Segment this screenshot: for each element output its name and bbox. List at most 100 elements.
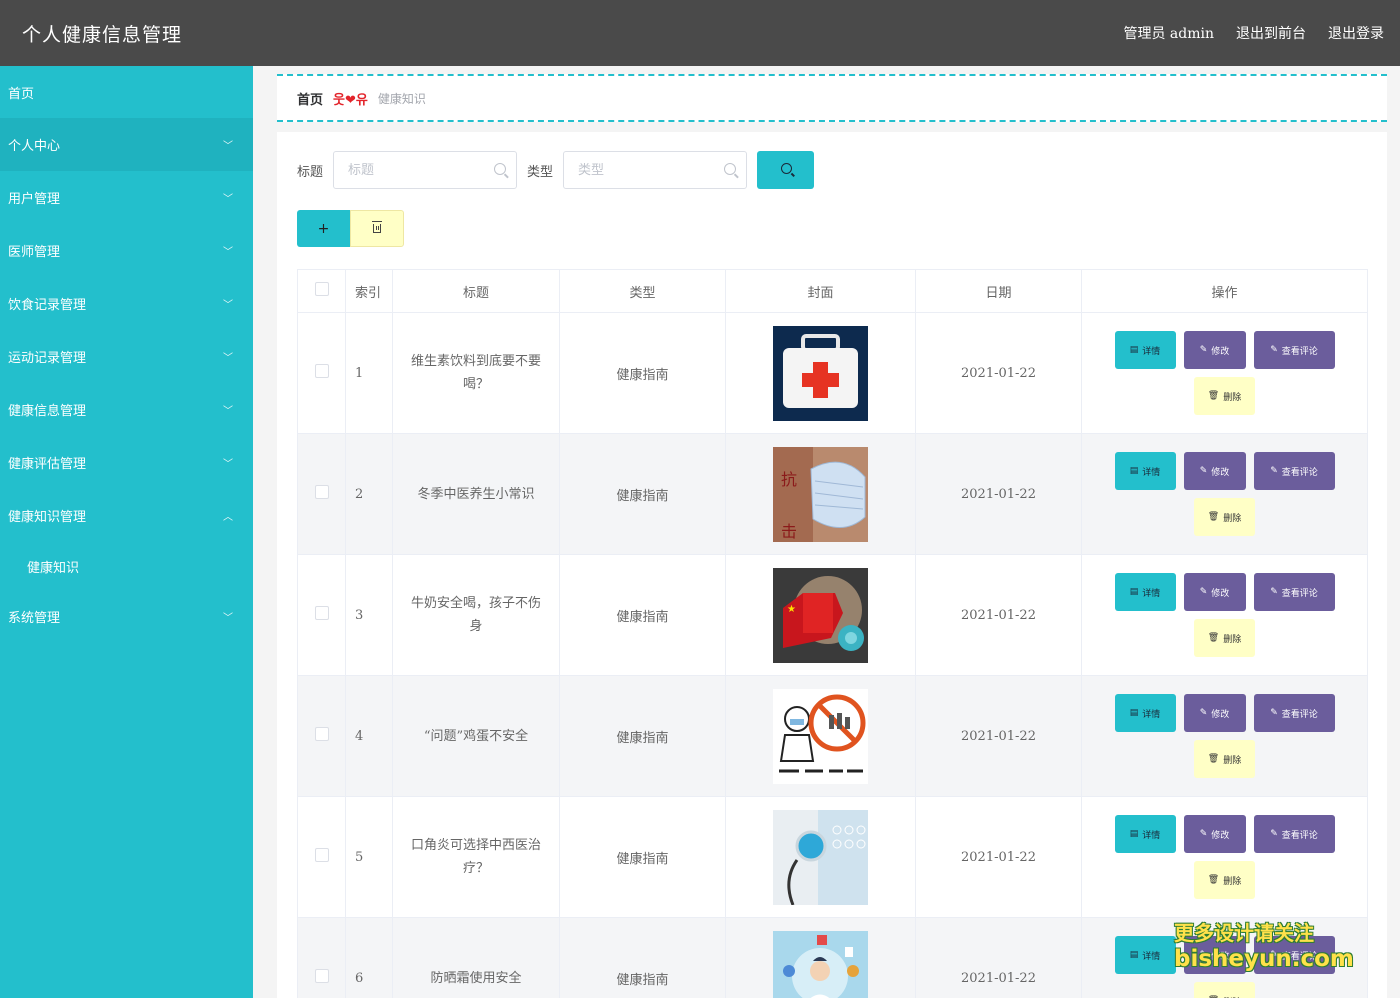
document-icon: ▤ xyxy=(1129,587,1139,597)
delete-button[interactable]: 🗑删除 xyxy=(1194,982,1255,998)
edit-button[interactable]: ✎ 修改 xyxy=(1183,331,1246,369)
row-cover-cell: 抗击 xyxy=(725,433,916,555)
sidebar-item-diet-record-management[interactable]: 饮食记录管理 ﹀ xyxy=(0,277,253,330)
detail-button[interactable]: ▤ 详情 xyxy=(1114,452,1176,490)
pencil-icon: ✎ xyxy=(1270,466,1278,476)
knowledge-table: 索引 标题 类型 封面 日期 操作 1 维生素饮料到底要不要喝？ 健康指南 20… xyxy=(297,269,1368,998)
sidebar-item-exercise-record-management[interactable]: 运动记录管理 ﹀ xyxy=(0,330,253,383)
pencil-icon: ✎ xyxy=(1199,345,1208,355)
breadcrumb-home[interactable]: 首页 xyxy=(297,89,323,108)
sidebar-item-label: 首页 xyxy=(8,86,35,102)
delete-button[interactable]: 🗑删除 xyxy=(1194,740,1255,778)
trash-icon: 🗑 xyxy=(1207,875,1220,885)
row-actions: ▤详情 ✎修改 ✎查看评论 🗑删除 xyxy=(1081,433,1368,555)
row-title: 维生素饮料到底要不要喝？ xyxy=(392,312,560,434)
edit-button[interactable]: ✎ 修改 xyxy=(1183,936,1246,974)
sidebar-subitem-health-knowledge[interactable]: 健康知识 xyxy=(0,542,253,590)
view-comments-button[interactable]: ✎ 查看评论 xyxy=(1253,936,1335,974)
row-checkbox[interactable] xyxy=(314,727,329,741)
type-search-input[interactable] xyxy=(578,162,709,178)
delete-button[interactable]: 🗑删除 xyxy=(1194,861,1255,899)
edit-button[interactable]: ✎ 修改 xyxy=(1183,573,1246,611)
row-cover-cell xyxy=(725,675,916,797)
sidebar-item-label: 运动记录管理 xyxy=(8,351,87,366)
sidebar-item-label: 系统管理 xyxy=(8,611,61,626)
sidebar-item-personal-center[interactable]: 个人中心 ﹀ xyxy=(0,118,253,171)
delete-button[interactable]: 🗑删除 xyxy=(1194,498,1255,536)
breadcrumb-separator-icon: 웃❤유 xyxy=(333,92,368,108)
document-icon: ▤ xyxy=(1129,708,1139,718)
chevron-down-icon: ﹀ xyxy=(223,406,233,417)
delete-button[interactable]: 🗑删除 xyxy=(1194,619,1255,657)
document-icon: ▤ xyxy=(1129,466,1139,476)
search-button[interactable] xyxy=(757,151,815,189)
admin-user-link[interactable]: 管理员 admin xyxy=(1123,23,1214,43)
row-type: 健康指南 xyxy=(559,312,726,434)
row-select-cell xyxy=(297,675,346,797)
row-checkbox[interactable] xyxy=(314,364,329,378)
table-row: 5 口角炎可选择中西医治疗？ 健康指南 2021-01-22 ▤ 详情 ✎ 修改… xyxy=(297,796,1368,918)
column-header-index: 索引 xyxy=(345,269,393,313)
row-date: 2021-01-22 xyxy=(915,675,1082,797)
sidebar-item-home[interactable]: 首页 xyxy=(0,66,253,118)
sidebar: 首页 个人中心 ﹀ 用户管理 ﹀ 医师管理 ﹀ 饮食记录管理 ﹀ 运动记录管理 … xyxy=(0,66,253,998)
view-comments-button[interactable]: ✎ 查看评论 xyxy=(1253,694,1335,732)
app-title: 个人健康信息管理 xyxy=(22,23,183,46)
row-cover-cell xyxy=(725,796,916,918)
sidebar-item-doctor-management[interactable]: 医师管理 ﹀ xyxy=(0,224,253,277)
detail-button[interactable]: ▤ 详情 xyxy=(1114,936,1176,974)
row-select-cell xyxy=(297,917,346,998)
row-type: 健康指南 xyxy=(559,554,726,676)
add-button[interactable]: + xyxy=(297,210,350,247)
sidebar-item-system-management[interactable]: 系统管理 ﹀ xyxy=(0,590,253,643)
sidebar-item-label: 健康信息管理 xyxy=(8,404,87,419)
edit-button[interactable]: ✎ 修改 xyxy=(1183,694,1246,732)
sidebar-item-health-assessment-management[interactable]: 健康评估管理 ﹀ xyxy=(0,436,253,489)
detail-button[interactable]: ▤ 详情 xyxy=(1114,694,1176,732)
row-checkbox[interactable] xyxy=(314,606,329,620)
row-date: 2021-01-22 xyxy=(915,312,1082,434)
row-checkbox[interactable] xyxy=(314,848,329,862)
select-all-cell xyxy=(297,269,346,313)
chevron-down-icon: ﹀ xyxy=(223,247,233,258)
edit-button[interactable]: ✎ 修改 xyxy=(1183,815,1246,853)
svg-text:★: ★ xyxy=(787,604,796,615)
row-checkbox[interactable] xyxy=(314,485,329,499)
row-select-cell xyxy=(297,312,346,434)
delete-button[interactable]: 🗑删除 xyxy=(1194,377,1255,415)
first-aid-kit-image xyxy=(773,325,868,421)
row-select-cell xyxy=(297,554,346,676)
face-mask-poster-image: 抗击 xyxy=(773,446,868,542)
pencil-icon: ✎ xyxy=(1270,708,1278,718)
chevron-down-icon: ﹀ xyxy=(223,141,233,152)
view-comments-button[interactable]: ✎ 查看评论 xyxy=(1253,452,1335,490)
fist-virus-poster-image: ★ xyxy=(773,567,868,663)
logout-link[interactable]: 退出登录 xyxy=(1328,23,1384,43)
detail-button[interactable]: ▤ 详情 xyxy=(1114,573,1176,611)
view-comments-button[interactable]: ✎ 查看评论 xyxy=(1253,573,1335,611)
sidebar-item-health-knowledge-management[interactable]: 健康知识管理 ︿ xyxy=(0,489,253,542)
edit-button[interactable]: ✎ 修改 xyxy=(1183,452,1246,490)
sidebar-item-user-management[interactable]: 用户管理 ﹀ xyxy=(0,171,253,224)
detail-button[interactable]: ▤ 详情 xyxy=(1114,815,1176,853)
select-all-checkbox[interactable] xyxy=(314,282,329,296)
row-title: 牛奶安全喝，孩子不伤身 xyxy=(392,554,560,676)
row-type: 健康指南 xyxy=(559,675,726,797)
type-search-field xyxy=(563,151,748,189)
detail-button[interactable]: ▤ 详情 xyxy=(1114,331,1176,369)
view-comments-button[interactable]: ✎ 查看评论 xyxy=(1253,331,1335,369)
sidebar-item-health-info-management[interactable]: 健康信息管理 ﹀ xyxy=(0,383,253,436)
row-checkbox[interactable] xyxy=(314,969,329,983)
batch-delete-button[interactable] xyxy=(350,210,404,247)
toolbar: + xyxy=(297,210,404,247)
chevron-down-icon: ﹀ xyxy=(223,459,233,470)
view-comments-button[interactable]: ✎ 查看评论 xyxy=(1253,815,1335,853)
title-search-input[interactable] xyxy=(348,162,479,178)
exit-to-frontend-link[interactable]: 退出到前台 xyxy=(1236,23,1306,43)
search-icon xyxy=(494,163,507,175)
stethoscope-doctor-image xyxy=(773,809,868,905)
row-index: 4 xyxy=(345,675,393,797)
row-actions: ▤详情 ✎修改 ✎查看评论 🗑删除 xyxy=(1081,917,1368,998)
row-index: 2 xyxy=(345,433,393,555)
row-title: 口角炎可选择中西医治疗？ xyxy=(392,796,560,918)
